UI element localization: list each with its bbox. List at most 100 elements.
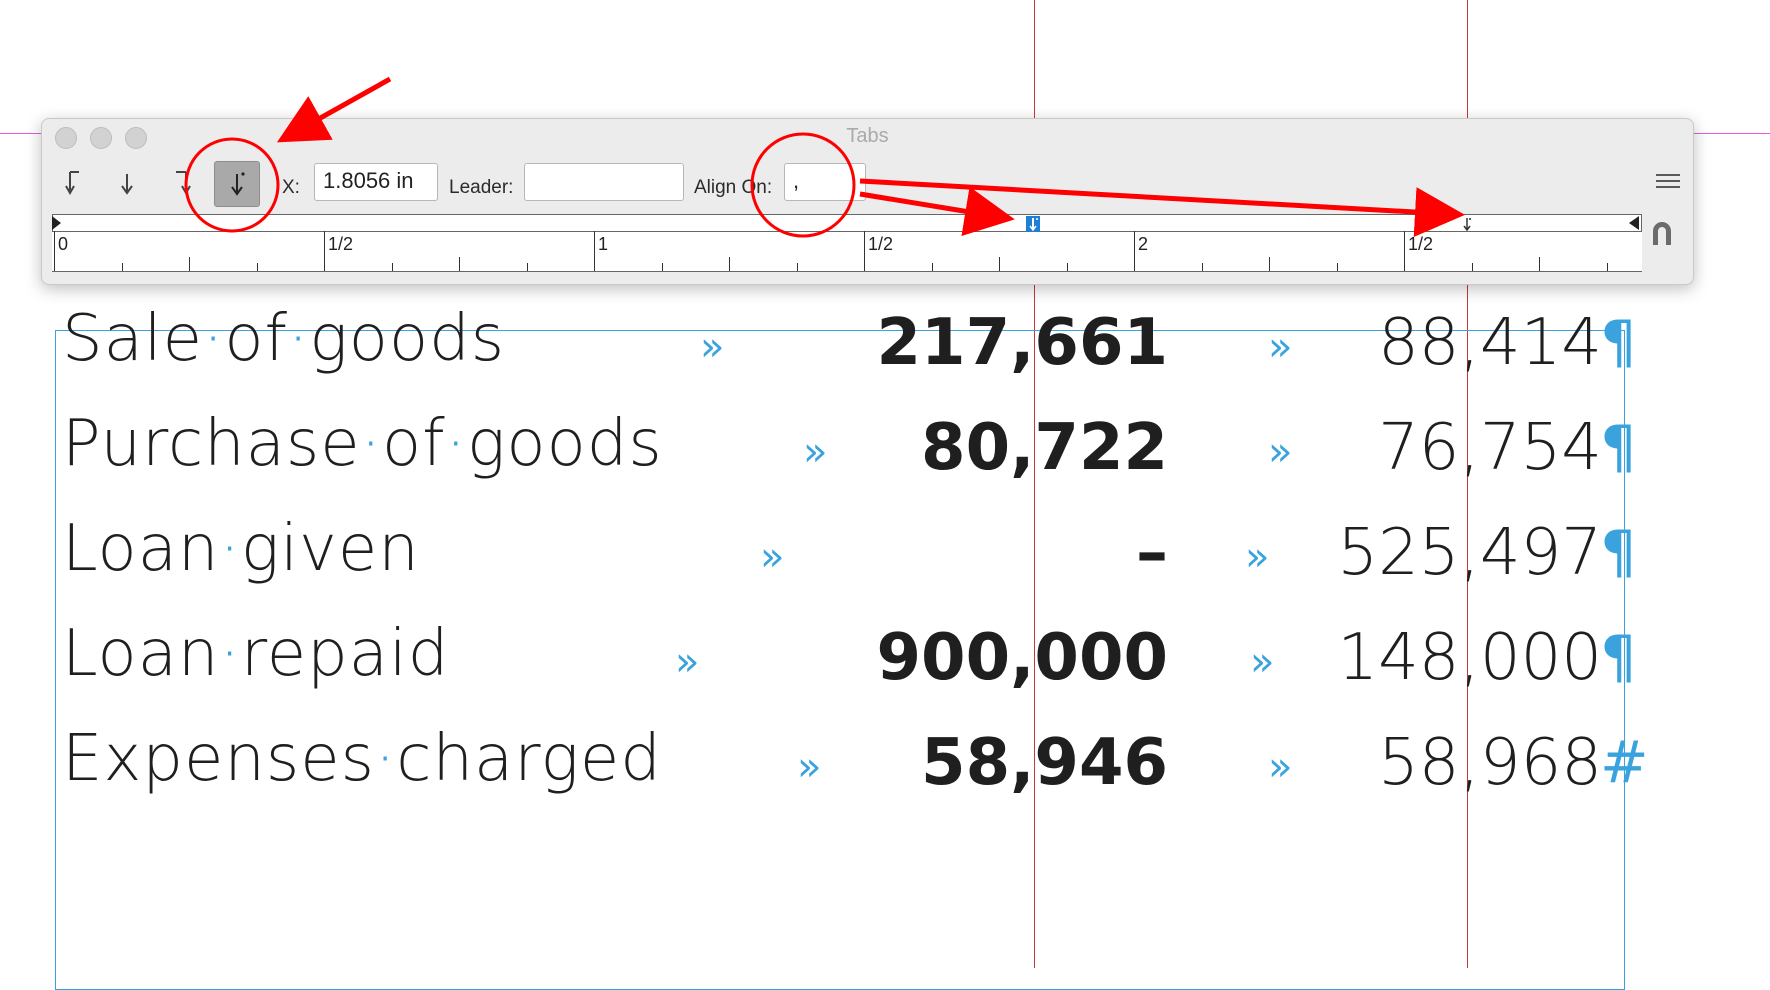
paragraph-marker: ¶ xyxy=(1600,623,1637,691)
row-label-word: goods xyxy=(309,302,506,376)
leader-label: Leader: xyxy=(449,177,514,198)
tab-stop-strip[interactable] xyxy=(52,214,1642,232)
left-indent-marker-icon[interactable] xyxy=(52,216,62,230)
space-marker: · xyxy=(203,302,225,376)
ruler-tick xyxy=(1539,257,1540,271)
row-label-word: of xyxy=(224,302,289,376)
tab-marker: » xyxy=(1268,744,1293,790)
table-row[interactable]: Expenses·charged» 58,946» 58,968 # xyxy=(0,727,1770,827)
end-of-story-marker: # xyxy=(1600,728,1649,796)
ruler-tick xyxy=(729,257,730,271)
row-label-word: Loan xyxy=(62,512,220,586)
x-position-field[interactable]: 1.8056 in xyxy=(314,163,438,201)
space-marker: · xyxy=(445,407,467,481)
value-current-year: – xyxy=(1136,516,1168,590)
tab-marker: » xyxy=(1268,429,1293,475)
value-current-year: 900,000 xyxy=(876,621,1169,695)
space-marker: · xyxy=(219,617,241,691)
ruler-label: 2 xyxy=(1138,234,1149,254)
row-label: Loan·repaid xyxy=(62,622,449,686)
decimal-tab-stop-selected-icon[interactable] xyxy=(1026,216,1040,232)
right-indent-marker-icon[interactable] xyxy=(1627,216,1639,230)
row-label: Loan·given xyxy=(62,517,420,581)
align-to-decimal-tab-button[interactable] xyxy=(214,161,260,207)
row-label-word: Sale xyxy=(62,302,203,376)
center-justified-tab-icon xyxy=(121,174,133,195)
value-prior-year: 148,000 xyxy=(1337,621,1602,695)
value-current-year: 217,661 xyxy=(876,306,1169,380)
value-prior-year: 88,414 xyxy=(1378,306,1602,380)
table-row[interactable]: Loan·given » – » 525,497 ¶ xyxy=(0,517,1770,617)
tab-marker: » xyxy=(675,639,700,685)
tab-marker: » xyxy=(760,534,785,580)
row-label-word: repaid xyxy=(240,617,450,691)
table-row[interactable]: Purchase·of·goods» 80,722» 76,754 ¶ xyxy=(0,412,1770,512)
ruler-tick xyxy=(1269,257,1270,271)
space-marker: · xyxy=(219,512,241,586)
ruler-label: 1/2 xyxy=(868,234,894,254)
ruler-label: 1/2 xyxy=(1408,234,1434,254)
paragraph-marker: ¶ xyxy=(1600,518,1637,586)
ruler-tick xyxy=(1201,263,1203,271)
row-label-word: Purchase xyxy=(62,407,361,481)
title-bar[interactable]: Tabs xyxy=(42,119,1693,149)
space-marker: · xyxy=(360,407,382,481)
row-label: Expenses·charged xyxy=(62,727,662,791)
ruler-tick xyxy=(1066,263,1068,271)
value-current-year: 58,946 xyxy=(921,726,1168,800)
right-justified-tab-button[interactable] xyxy=(162,163,202,203)
paragraph-marker: ¶ xyxy=(1600,413,1637,481)
ruler-tick xyxy=(189,257,190,271)
ruler-tick xyxy=(661,263,663,271)
value-prior-year: 525,497 xyxy=(1337,516,1602,590)
ruler-tick xyxy=(1134,231,1135,271)
ruler-tick xyxy=(121,263,123,271)
ruler-tick xyxy=(1471,263,1473,271)
ruler-tick xyxy=(256,263,258,271)
position-panel-above-frame-icon[interactable] xyxy=(1649,219,1675,247)
align-on-field[interactable]: , xyxy=(784,163,866,201)
row-label-word: charged xyxy=(396,722,662,796)
row-label: Sale·of·goods xyxy=(62,307,505,371)
ruler-tick xyxy=(1404,231,1405,271)
row-label: Purchase·of·goods xyxy=(62,412,663,476)
center-justified-tab-button[interactable] xyxy=(107,163,147,203)
ruler-tick xyxy=(1606,263,1608,271)
row-label-word: Expenses xyxy=(62,722,375,796)
ruler-scale: 0 1/2 1 1/2 2 1/2 xyxy=(52,231,1642,272)
tab-marker: » xyxy=(700,324,725,370)
ruler-tick xyxy=(459,257,460,271)
leader-field[interactable] xyxy=(524,163,684,201)
value-prior-year: 76,754 xyxy=(1378,411,1602,485)
space-marker: · xyxy=(288,302,310,376)
right-justified-tab-icon xyxy=(176,171,191,196)
ruler-tick xyxy=(54,231,55,271)
row-label-word: Loan xyxy=(62,617,220,691)
value-prior-year: 58,968 xyxy=(1378,726,1602,800)
ruler-tick xyxy=(594,231,595,271)
table-row[interactable]: Loan·repaid » 900,000 » 148,000 ¶ xyxy=(0,622,1770,722)
ruler-label: 1 xyxy=(598,234,609,254)
tab-marker: » xyxy=(1245,534,1270,580)
ruler-label: 1/2 xyxy=(328,234,354,254)
decimal-tab-stop-icon[interactable] xyxy=(1461,216,1473,232)
value-current-year: 80,722 xyxy=(921,411,1168,485)
row-label-word: given xyxy=(240,512,420,586)
align-on-label: Align On: xyxy=(694,177,773,198)
tabs-panel[interactable]: Tabs X: 1.8056 in Leader: Align On: , 0 … xyxy=(41,118,1694,285)
tab-ruler[interactable]: 0 1/2 1 1/2 2 1/2 xyxy=(52,214,1642,274)
left-justified-tab-button[interactable] xyxy=(55,163,95,203)
table-row[interactable]: Sale·of·goods » 217,661 » 88,414 ¶ xyxy=(0,307,1770,407)
ruler-tick xyxy=(526,263,528,271)
paragraph-marker: ¶ xyxy=(1600,308,1637,376)
row-label-word: of xyxy=(381,407,446,481)
ruler-tick xyxy=(796,263,798,271)
left-justified-tab-icon xyxy=(65,171,79,196)
ruler-label: 0 xyxy=(58,234,69,254)
panel-menu-icon[interactable] xyxy=(1656,174,1680,190)
ruler-tick xyxy=(324,231,325,271)
ruler-tick xyxy=(1336,263,1338,271)
tab-marker: » xyxy=(1250,639,1275,685)
space-marker: · xyxy=(374,722,397,796)
panel-title: Tabs xyxy=(846,125,889,147)
